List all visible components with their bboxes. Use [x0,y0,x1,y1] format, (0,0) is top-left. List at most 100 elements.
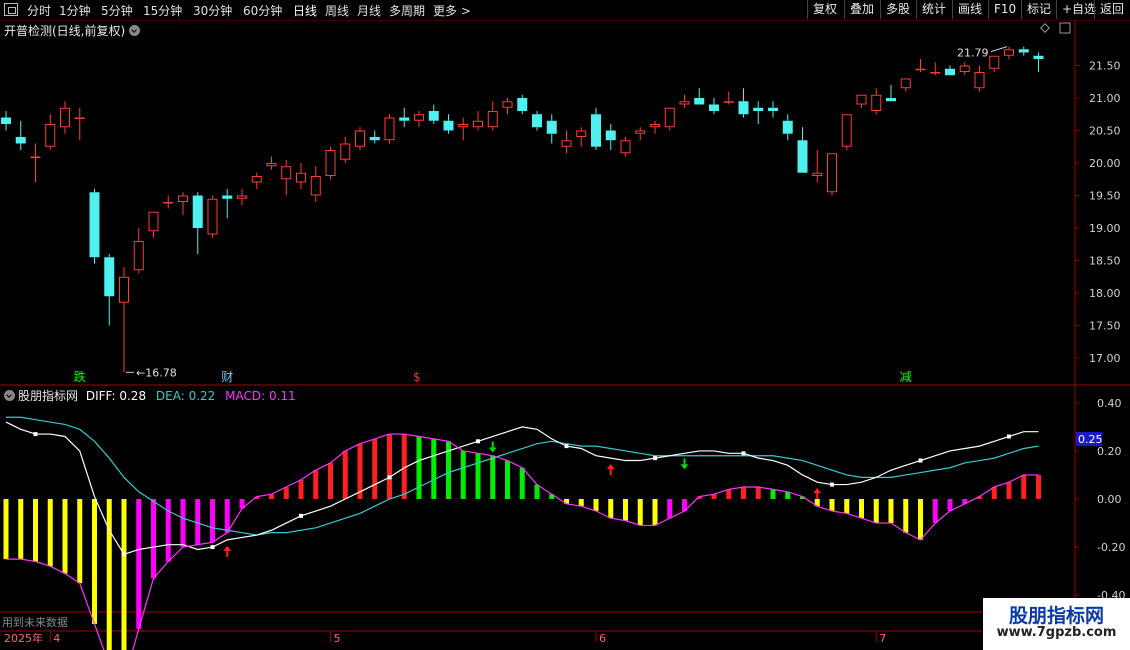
candle-body [119,276,129,303]
high-price-label: 21.79 [957,47,989,60]
macd-bar [3,499,9,560]
macd-bar [1021,474,1027,499]
diff-line-dot [387,475,392,480]
macd-label: MACD: 0.11 [225,389,296,403]
period-tab-0[interactable]: 分时 [27,2,51,19]
macd-bar [623,499,628,521]
candle-body [930,72,941,74]
event-marker-1: 财 [221,370,233,384]
price-tick-label: 18.50 [1089,255,1121,268]
toolbar-button-0[interactable]: 复权 [807,0,842,19]
candle-body [827,153,837,193]
period-tab-7[interactable]: 周线 [325,2,349,19]
macd-bar [210,499,215,543]
candle-body [532,114,542,128]
panel-icon [1059,22,1071,34]
macd-bar [490,455,496,499]
period-tab-1[interactable]: 1分钟 [59,2,91,19]
month-label-3: 7 [879,632,886,645]
macd-bar [313,470,319,499]
candle-body [443,120,454,131]
candle-body [974,72,985,89]
candle-body [1018,49,1029,53]
macd-bar [578,499,584,507]
period-tab-6[interactable]: 日线 [293,2,317,19]
macd-bar [755,486,761,499]
period-tab-4[interactable]: 30分钟 [193,2,232,19]
macd-tick-label: -0.20 [1097,541,1125,554]
macd-bar [328,462,333,499]
macd-bar [224,499,230,533]
future-data-warning: 用到未来数据 [2,616,68,629]
candle-body [989,55,1000,69]
diff-line-dot [653,456,657,461]
diff-line-dot [830,482,834,487]
month-label-1: 5 [334,632,341,645]
diff-line-dot [741,451,746,456]
macd-bar [1006,482,1012,499]
toolbar-button-8[interactable]: 返回 [1094,0,1129,19]
candle-body [782,120,793,134]
macd-tick-label: 0.00 [1097,493,1122,506]
toolbar-button-6[interactable]: 标记 [1021,0,1056,19]
period-tab-8[interactable]: 月线 [357,2,381,19]
candle-body [414,114,424,121]
price-tick-label: 17.50 [1089,320,1121,333]
candle-body [768,107,778,111]
dropdown-circle-icon[interactable] [4,390,15,401]
candle-body [620,140,631,154]
macd-bar [387,434,392,499]
candle-body [237,195,247,199]
candle-body [886,98,896,102]
candle-body [458,124,469,128]
candle-body [753,107,764,111]
candle-body [650,124,660,128]
price-tick-label: 21.50 [1089,60,1121,73]
sell-arrow-icon [680,458,689,470]
macd-bar [92,499,97,625]
toolbar-button-3[interactable]: 统计 [916,0,951,19]
candle-body [30,156,41,158]
watermark-title: 股朋指标网 [1008,605,1104,627]
macd-bar [593,499,599,512]
macd-bar [1036,474,1041,499]
macd-bar [298,479,304,499]
period-tab-9[interactable]: 多周期 [389,2,425,19]
period-tab-3[interactable]: 15分钟 [143,2,182,19]
candle-body [723,101,734,103]
price-tick-label: 19.50 [1089,190,1121,203]
macd-bar [859,499,864,519]
period-tab-5[interactable]: 60分钟 [243,2,282,19]
toolbar-button-2[interactable]: 多股 [880,0,915,19]
toolbar-button-4[interactable]: 画线 [952,0,987,19]
sell-arrow-icon [488,441,497,453]
period-tab-10[interactable]: 更多 > [433,2,471,19]
candle-body [812,172,823,176]
period-tab-2[interactable]: 5分钟 [101,2,133,19]
toolbar-button-1[interactable]: 叠加 [844,0,879,19]
candle-body [546,120,557,134]
candle-body [738,101,749,115]
candle-body [325,150,336,176]
candle-body [163,202,174,204]
macd-bar [608,499,614,519]
candle-body [355,130,365,147]
toolbar-button-5[interactable]: F10 [988,0,1021,19]
diff-line-dot [33,432,38,437]
indicator-name: 股朋指标网 [18,389,79,403]
dropdown-circle-icon[interactable] [129,25,141,36]
macd-bar [165,499,171,562]
kline-chart[interactable]: 17.00 17.50 18.00 18.50 19.00 19.50 20.00 20.50… [0,20,1130,650]
window-icon[interactable] [4,3,18,16]
diff-line-dot [476,439,480,444]
macd-bar [534,484,540,499]
candle-body [104,257,115,297]
candle-body [1,117,11,124]
macd-bar [342,450,348,499]
price-tick-label: 20.50 [1089,125,1121,138]
macd-bar [932,499,938,524]
diff-line-dot [1007,434,1011,439]
diff-line-dot [210,545,215,550]
macd-bar [106,499,112,650]
diff-line-dot [299,513,303,518]
